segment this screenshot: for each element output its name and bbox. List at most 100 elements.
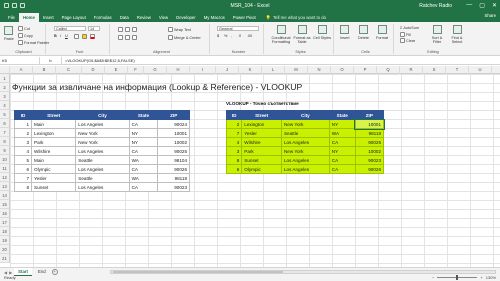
cut-button[interactable]: Cut	[18, 26, 30, 31]
close-button[interactable]: ✕	[492, 2, 497, 9]
maximize-button[interactable]: ▢	[479, 2, 485, 9]
comma-button[interactable]: ,	[231, 34, 232, 38]
cell-zip[interactable]: 90023	[354, 155, 385, 165]
tab-formulas[interactable]: Formulas	[90, 13, 116, 22]
header-city[interactable]: City	[75, 110, 130, 120]
column-header[interactable]: A	[10, 66, 33, 74]
cell-city[interactable]: New York	[75, 137, 130, 147]
cell-city[interactable]: Los Angeles	[75, 119, 130, 129]
cell-city[interactable]: Seattle	[75, 155, 130, 165]
cell-state[interactable]: WA	[128, 155, 159, 165]
format-painter-button[interactable]: Format Painter	[18, 40, 49, 45]
cell-id[interactable]: 6	[225, 164, 243, 174]
decrease-decimal-button[interactable]: .00	[247, 34, 252, 38]
column-header[interactable]: M	[285, 66, 308, 74]
cell-id[interactable]: 5	[13, 155, 33, 165]
cell-state[interactable]: CA	[128, 146, 159, 156]
column-header[interactable]: B	[33, 66, 56, 74]
cell-state[interactable]: CA	[328, 137, 356, 147]
header-city[interactable]: City	[280, 110, 330, 120]
zoom-out-icon[interactable]: −	[432, 275, 434, 280]
cell-id[interactable]: 2	[225, 119, 243, 129]
cell-zip[interactable]: 10001	[157, 128, 190, 138]
column-header[interactable]: U	[469, 66, 492, 74]
header-id[interactable]: ID	[13, 110, 33, 120]
cell-id[interactable]: 8	[225, 155, 243, 165]
tab-home[interactable]: Home	[18, 13, 39, 22]
column-header[interactable]: Q	[377, 66, 400, 74]
align-right-button[interactable]	[132, 35, 137, 40]
share-button[interactable]: Share	[485, 13, 496, 18]
row-header[interactable]: 8	[0, 137, 10, 146]
cell-id[interactable]: 8	[13, 182, 33, 192]
column-header[interactable]: S	[423, 66, 446, 74]
cell-city[interactable]: New York	[280, 119, 330, 129]
row-header[interactable]: 20	[0, 245, 10, 254]
tab-developer[interactable]: Developer	[172, 13, 200, 22]
column-header[interactable]: C	[56, 66, 82, 74]
cell-city[interactable]: Los Angeles	[280, 155, 330, 165]
row-header[interactable]: 14	[0, 191, 10, 200]
tab-file[interactable]: File	[4, 13, 19, 22]
tab-power-pivot[interactable]: Power Pivot	[229, 13, 260, 22]
cell-street[interactable]: Yesler	[241, 128, 282, 138]
format-cells-button[interactable]: Format	[376, 25, 388, 40]
minimize-button[interactable]: —	[466, 2, 472, 9]
cell-id[interactable]: 1	[13, 119, 33, 129]
cell-street[interactable]: Main	[31, 155, 77, 165]
header-id[interactable]: ID	[225, 110, 243, 120]
cell-zip[interactable]: 90025	[354, 137, 385, 147]
worksheet-grid[interactable]: ABCDEFGHIJKLMNOPQRSTU 1 2 3 4 5 6 7 8 9 10 11 12 13 1…	[0, 66, 500, 267]
column-header[interactable]: E	[105, 66, 128, 74]
cell-street[interactable]: Park	[241, 146, 282, 156]
row-header[interactable]: 16	[0, 209, 10, 218]
row-header[interactable]: 13	[0, 182, 10, 191]
column-header[interactable]: R	[400, 66, 423, 74]
vlookup-title[interactable]: VLOOKUP - Точно съответствие	[226, 101, 299, 106]
cell-zip[interactable]: 90026	[157, 164, 190, 174]
column-header[interactable]: O	[331, 66, 354, 74]
format-as-table-button[interactable]: Format as Table	[292, 25, 312, 44]
cell-street[interactable]: Sunset	[241, 155, 282, 165]
font-family-select[interactable]: Calibri	[54, 26, 86, 31]
column-header[interactable]: F	[128, 66, 144, 74]
row-header[interactable]: 18	[0, 227, 10, 236]
cell-zip[interactable]: 98104	[157, 155, 190, 165]
cell-state[interactable]: CA	[128, 119, 159, 129]
cell-id[interactable]: 7	[13, 173, 33, 183]
borders-button[interactable]	[74, 34, 79, 39]
cell-city[interactable]: Los Angeles	[75, 164, 130, 174]
tab-review[interactable]: Review	[133, 13, 155, 22]
column-header[interactable]: J	[216, 66, 239, 74]
row-header[interactable]: 11	[0, 164, 10, 173]
cell-zip[interactable]: 90025	[157, 146, 190, 156]
italic-button[interactable]: I	[60, 34, 61, 38]
select-all-corner[interactable]	[0, 66, 10, 74]
cell-zip[interactable]: 10002	[157, 137, 190, 147]
tab-page-layout[interactable]: Page Layout	[58, 13, 90, 22]
font-size-select[interactable]: 14	[88, 26, 100, 31]
cell-city[interactable]: New York	[75, 128, 130, 138]
row-header[interactable]: 10	[0, 155, 10, 164]
cell-state[interactable]: CA	[128, 164, 159, 174]
tab-my-macros[interactable]: My Macros	[200, 13, 229, 22]
cell-street[interactable]: Lexington	[241, 119, 282, 129]
cell-state[interactable]: NY	[128, 137, 159, 147]
cell-state[interactable]: NY	[328, 119, 356, 129]
zoom-slider-knob[interactable]	[456, 275, 459, 280]
prev-sheet-icon[interactable]: ◀	[4, 270, 7, 275]
horizontal-scrollbar[interactable]	[110, 270, 496, 274]
tab-view[interactable]: View	[155, 13, 172, 22]
zoom-in-icon[interactable]: +	[480, 275, 482, 280]
column-header[interactable]: P	[354, 66, 377, 74]
cell-styles-button[interactable]: Cell Styles	[313, 25, 331, 40]
cell-street[interactable]: Sunset	[31, 182, 77, 192]
cell-zip[interactable]: 10001	[354, 118, 385, 130]
user-name[interactable]: Ratchev Radio	[419, 3, 452, 9]
tab-insert[interactable]: Insert	[39, 13, 58, 22]
cell-state[interactable]: NY	[128, 128, 159, 138]
cell-city[interactable]: Seattle	[280, 128, 330, 138]
increase-decimal-button[interactable]: .0	[238, 34, 241, 38]
name-box[interactable]: K5	[0, 57, 40, 64]
conditional-formatting-button[interactable]: Conditional Formatting	[270, 25, 292, 44]
